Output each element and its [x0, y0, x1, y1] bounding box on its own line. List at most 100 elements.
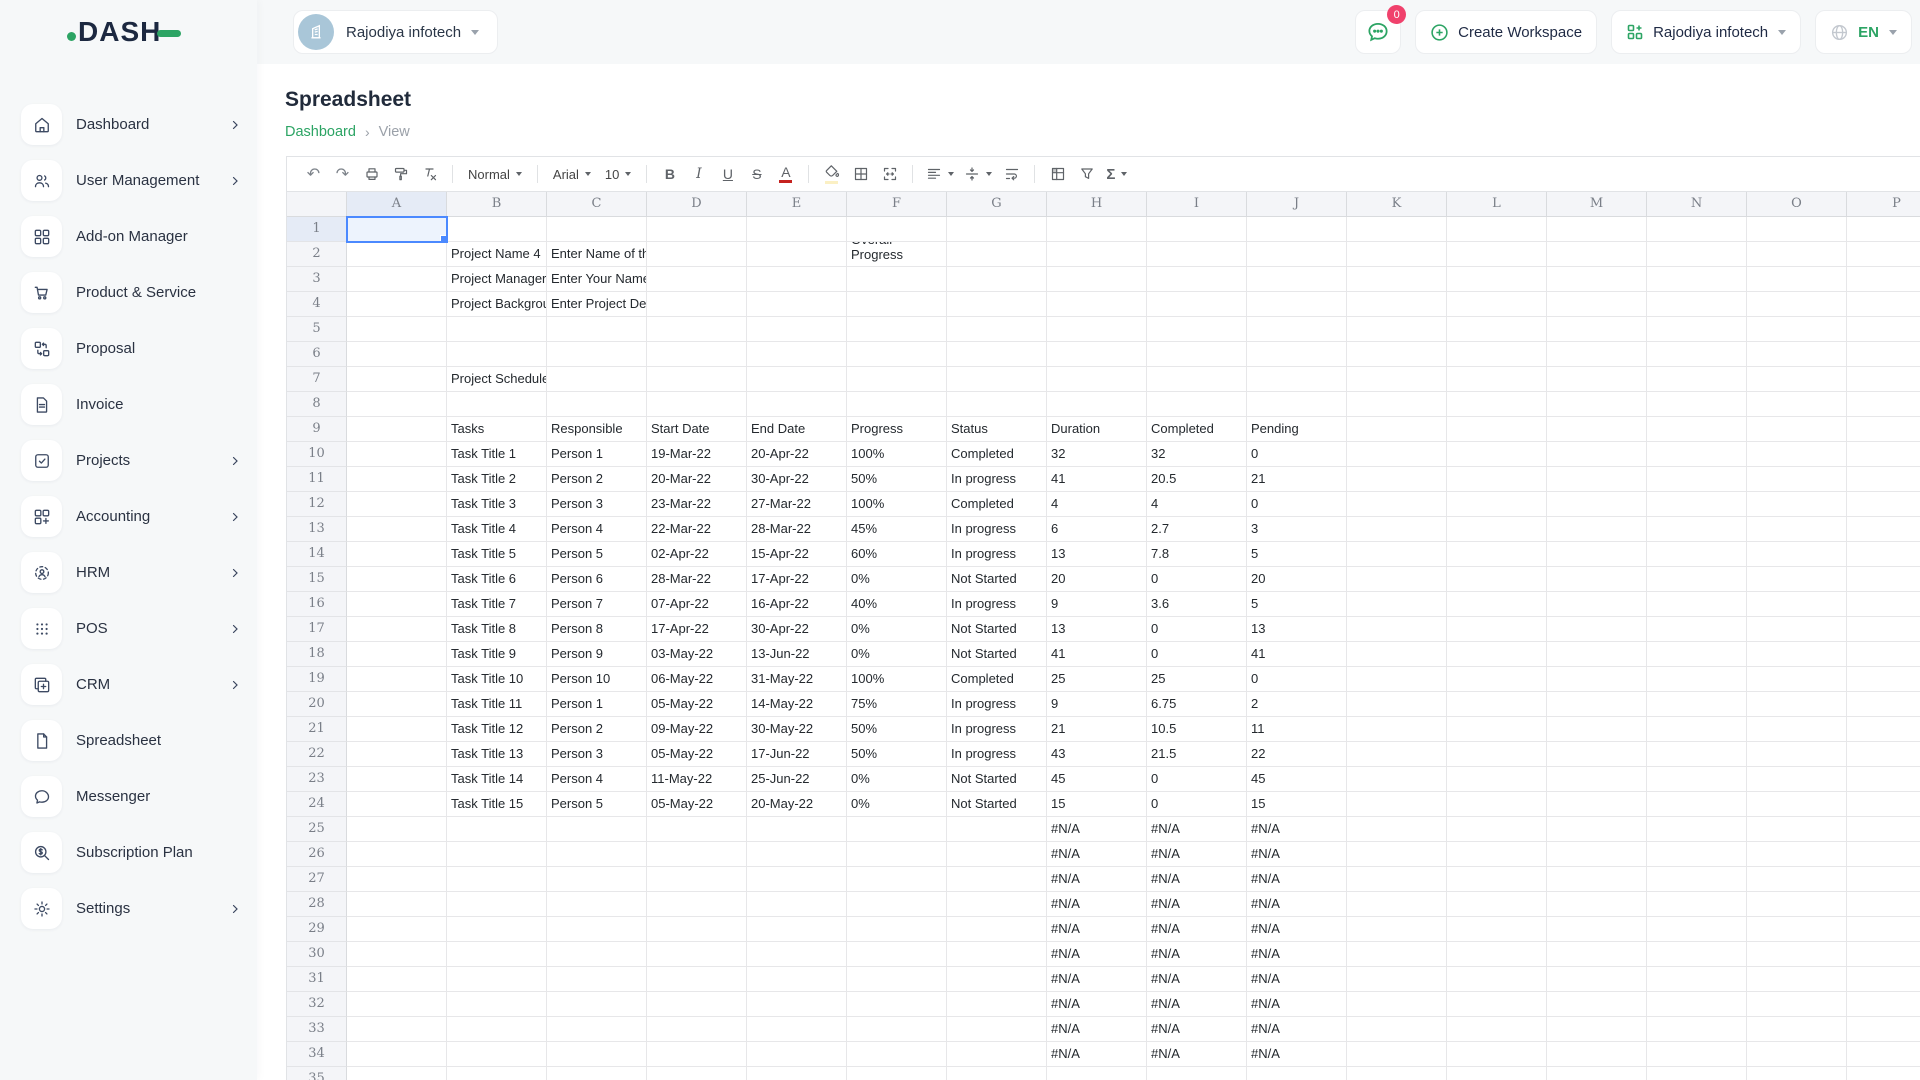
cell-J20[interactable]: 2	[1247, 692, 1347, 717]
cell-C18[interactable]: Person 9	[547, 642, 647, 667]
cell-P24[interactable]	[1847, 792, 1920, 817]
cell-E33[interactable]	[747, 1017, 847, 1042]
cell-L32[interactable]	[1447, 992, 1547, 1017]
cell-P30[interactable]	[1847, 942, 1920, 967]
row-header-1[interactable]: 1	[287, 217, 347, 242]
cell-A10[interactable]	[347, 442, 447, 467]
cell-B4[interactable]: Project Background	[447, 292, 547, 317]
cell-J11[interactable]: 21	[1247, 467, 1347, 492]
col-header-C[interactable]: C	[547, 192, 647, 217]
cell-F32[interactable]	[847, 992, 947, 1017]
font-select-button[interactable]: Arial	[547, 161, 597, 187]
cell-I19[interactable]: 25	[1147, 667, 1247, 692]
cell-K1[interactable]	[1347, 217, 1447, 242]
cell-D25[interactable]	[647, 817, 747, 842]
cell-A32[interactable]	[347, 992, 447, 1017]
cell-M3[interactable]	[1547, 267, 1647, 292]
cell-P32[interactable]	[1847, 992, 1920, 1017]
cell-E21[interactable]: 30-May-22	[747, 717, 847, 742]
cell-I23[interactable]: 0	[1147, 767, 1247, 792]
cell-J28[interactable]: #N/A	[1247, 892, 1347, 917]
cell-I4[interactable]	[1147, 292, 1247, 317]
cell-C20[interactable]: Person 1	[547, 692, 647, 717]
cell-B1[interactable]	[447, 217, 547, 242]
cell-I12[interactable]: 4	[1147, 492, 1247, 517]
cell-A15[interactable]	[347, 567, 447, 592]
cell-F27[interactable]	[847, 867, 947, 892]
row-header-23[interactable]: 23	[287, 767, 347, 792]
cell-N11[interactable]	[1647, 467, 1747, 492]
cell-B26[interactable]	[447, 842, 547, 867]
cell-C29[interactable]	[547, 917, 647, 942]
cell-C6[interactable]	[547, 342, 647, 367]
cell-O30[interactable]	[1747, 942, 1847, 967]
cell-H27[interactable]: #N/A	[1047, 867, 1147, 892]
cell-M22[interactable]	[1547, 742, 1647, 767]
print-button[interactable]	[358, 161, 385, 187]
cell-J19[interactable]: 0	[1247, 667, 1347, 692]
cell-H16[interactable]: 9	[1047, 592, 1147, 617]
cell-K7[interactable]	[1347, 367, 1447, 392]
cell-J13[interactable]: 3	[1247, 517, 1347, 542]
cell-N28[interactable]	[1647, 892, 1747, 917]
cell-E15[interactable]: 17-Apr-22	[747, 567, 847, 592]
cell-F11[interactable]: 50%	[847, 467, 947, 492]
cell-G13[interactable]: In progress	[947, 517, 1047, 542]
cell-C26[interactable]	[547, 842, 647, 867]
col-header-B[interactable]: B	[447, 192, 547, 217]
cell-H31[interactable]: #N/A	[1047, 967, 1147, 992]
cell-M29[interactable]	[1547, 917, 1647, 942]
cell-K11[interactable]	[1347, 467, 1447, 492]
cell-N10[interactable]	[1647, 442, 1747, 467]
cell-P14[interactable]	[1847, 542, 1920, 567]
cell-F30[interactable]	[847, 942, 947, 967]
row-header-18[interactable]: 18	[287, 642, 347, 667]
cell-N6[interactable]	[1647, 342, 1747, 367]
cell-B11[interactable]: Task Title 2	[447, 467, 547, 492]
cell-A6[interactable]	[347, 342, 447, 367]
cell-D28[interactable]	[647, 892, 747, 917]
cell-E25[interactable]	[747, 817, 847, 842]
cell-O16[interactable]	[1747, 592, 1847, 617]
col-header-M[interactable]: M	[1547, 192, 1647, 217]
cell-N35[interactable]	[1647, 1067, 1747, 1080]
cell-L17[interactable]	[1447, 617, 1547, 642]
cell-P7[interactable]	[1847, 367, 1920, 392]
text-color-button[interactable]: A	[772, 161, 799, 187]
cell-G26[interactable]	[947, 842, 1047, 867]
cell-H21[interactable]: 21	[1047, 717, 1147, 742]
cell-B13[interactable]: Task Title 4	[447, 517, 547, 542]
cell-B32[interactable]	[447, 992, 547, 1017]
cell-K16[interactable]	[1347, 592, 1447, 617]
cell-I22[interactable]: 21.5	[1147, 742, 1247, 767]
cell-H2[interactable]	[1047, 242, 1147, 267]
row-header-12[interactable]: 12	[287, 492, 347, 517]
language-selector[interactable]: EN	[1815, 10, 1912, 54]
cell-L9[interactable]	[1447, 417, 1547, 442]
cell-J23[interactable]: 45	[1247, 767, 1347, 792]
cell-C7[interactable]	[547, 367, 647, 392]
cell-J21[interactable]: 11	[1247, 717, 1347, 742]
cell-G16[interactable]: In progress	[947, 592, 1047, 617]
cell-N23[interactable]	[1647, 767, 1747, 792]
cell-L22[interactable]	[1447, 742, 1547, 767]
cell-D11[interactable]: 20-Mar-22	[647, 467, 747, 492]
cell-G31[interactable]	[947, 967, 1047, 992]
cell-B15[interactable]: Task Title 6	[447, 567, 547, 592]
cell-I17[interactable]: 0	[1147, 617, 1247, 642]
cell-K18[interactable]	[1347, 642, 1447, 667]
cell-H6[interactable]	[1047, 342, 1147, 367]
cell-P28[interactable]	[1847, 892, 1920, 917]
cell-N16[interactable]	[1647, 592, 1747, 617]
cell-N7[interactable]	[1647, 367, 1747, 392]
cell-P34[interactable]	[1847, 1042, 1920, 1067]
cell-C19[interactable]: Person 10	[547, 667, 647, 692]
row-header-16[interactable]: 16	[287, 592, 347, 617]
cell-K17[interactable]	[1347, 617, 1447, 642]
cell-G25[interactable]	[947, 817, 1047, 842]
cell-M13[interactable]	[1547, 517, 1647, 542]
cell-J5[interactable]	[1247, 317, 1347, 342]
cell-O7[interactable]	[1747, 367, 1847, 392]
cell-F22[interactable]: 50%	[847, 742, 947, 767]
sidebar-item-add-on-manager[interactable]: Add-on Manager	[21, 216, 241, 257]
